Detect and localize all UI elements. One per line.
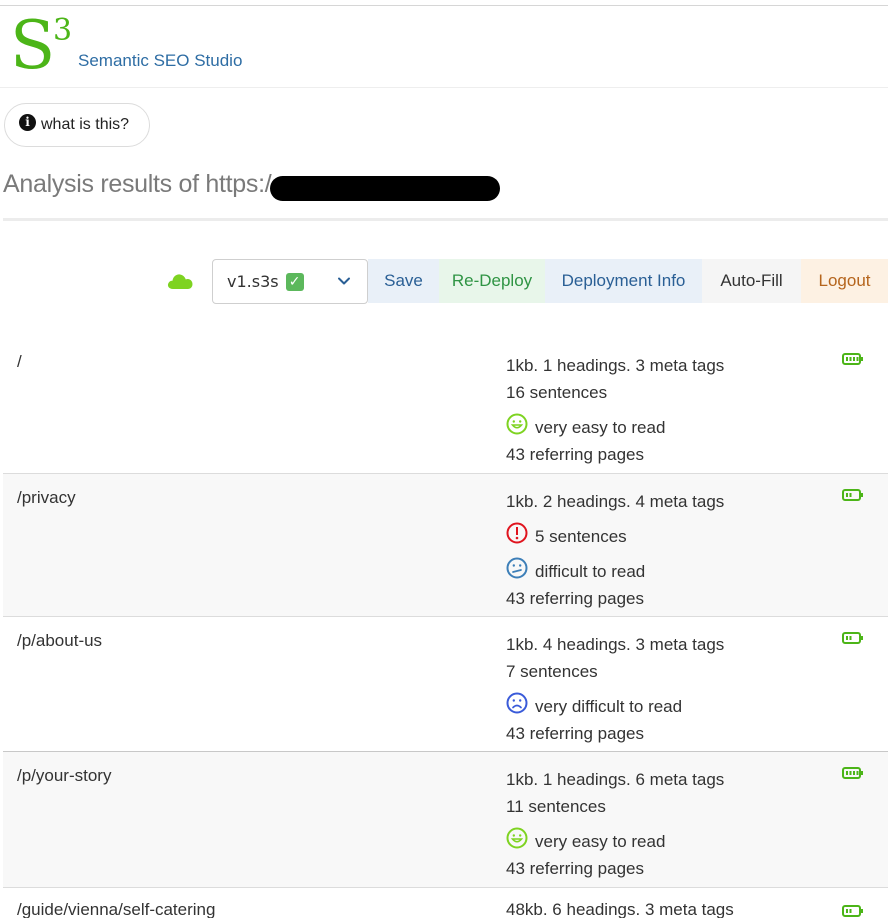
battery-half-icon [842, 905, 863, 917]
sentences-line: 16 sentences [506, 383, 608, 402]
redacted-url [270, 176, 500, 201]
analysis-divider [3, 218, 888, 221]
page-row[interactable]: /p/about-us 1kb. 4 headings. 3 meta tags… [3, 617, 888, 751]
readability-text: very easy to read [535, 832, 666, 851]
redeploy-button[interactable]: Re-Deploy [439, 259, 545, 303]
referring-line: 43 referring pages [506, 445, 644, 464]
logout-button[interactable]: Logout [801, 259, 888, 303]
happy-face-icon [506, 827, 528, 849]
page-path[interactable]: / [17, 352, 22, 372]
page-stats: 1kb. 1 headings. 6 meta tags 11 sentence… [506, 766, 724, 882]
size-line: 1kb. 1 headings. 6 meta tags [506, 770, 725, 789]
warning-icon [506, 522, 528, 544]
header-divider [0, 87, 888, 88]
battery-half-icon [842, 632, 863, 644]
page-stats: 1kb. 2 headings. 4 meta tags 5 sentences… [506, 488, 724, 612]
page-path[interactable]: /p/about-us [17, 631, 102, 651]
readability-line: very difficult to read [506, 685, 724, 720]
deployment-info-button[interactable]: Deployment Info [545, 259, 702, 303]
brand-name: Semantic SEO Studio [78, 51, 243, 70]
readability-line: difficult to read [506, 550, 724, 585]
page-row[interactable]: / 1kb. 1 headings. 3 meta tags 16 senten… [3, 338, 888, 473]
readability-line: very easy to read [506, 406, 724, 441]
sentences-line: 7 sentences [506, 662, 598, 681]
size-line: 1kb. 2 headings. 4 meta tags [506, 492, 725, 511]
referring-line: 43 referring pages [506, 589, 644, 608]
sad-face-icon [506, 692, 528, 714]
page-row[interactable]: /privacy 1kb. 2 headings. 4 meta tags 5 … [3, 474, 888, 616]
info-icon: i [19, 113, 36, 131]
analysis-title: Analysis results of https:/ [3, 170, 272, 198]
readability-text: very easy to read [535, 418, 666, 437]
page-path[interactable]: /guide/vienna/self-catering [17, 900, 215, 918]
readability-text: very difficult to read [535, 697, 683, 716]
cloud-icon [167, 274, 193, 289]
sentences-line: 5 sentences [506, 515, 724, 550]
page-stats: 1kb. 1 headings. 3 meta tags 16 sentence… [506, 352, 724, 468]
version-select[interactable]: v1.s3s ✓ [212, 259, 368, 304]
sentences-line: 11 sentences [506, 797, 606, 816]
page-row[interactable]: /guide/vienna/self-catering 48kb. 6 head… [3, 888, 888, 918]
page-stats: 1kb. 4 headings. 3 meta tags 7 sentences… [506, 631, 724, 747]
battery-full-icon [842, 767, 863, 779]
readability-line: very easy to read [506, 820, 724, 855]
logo-superscript: 3 [53, 13, 73, 48]
what-is-this-label: what is this? [41, 116, 130, 133]
size-line: 1kb. 1 headings. 3 meta tags [506, 356, 725, 375]
top-border [0, 5, 888, 6]
size-line: 48kb. 6 headings. 3 meta tags [506, 900, 734, 918]
sentences-text: 5 sentences [535, 527, 627, 546]
page-row[interactable]: /p/your-story 1kb. 1 headings. 6 meta ta… [3, 752, 888, 887]
page-path[interactable]: /p/your-story [17, 766, 111, 786]
readability-text: difficult to read [535, 562, 646, 581]
size-line: 1kb. 4 headings. 3 meta tags [506, 635, 725, 654]
version-select-value: v1.s3s [227, 272, 279, 291]
confused-face-icon [506, 557, 528, 579]
happy-face-icon [506, 413, 528, 435]
battery-full-icon [842, 353, 863, 365]
referring-line: 43 referring pages [506, 859, 644, 878]
check-mark-icon: ✓ [285, 272, 304, 291]
page-stats: 48kb. 6 headings. 3 meta tags [506, 896, 734, 918]
auto-fill-button[interactable]: Auto-Fill [702, 259, 801, 303]
page-path[interactable]: /privacy [17, 488, 76, 508]
logo-letter: S [10, 7, 56, 84]
save-button[interactable]: Save [368, 259, 439, 303]
referring-line: 43 referring pages [506, 724, 644, 743]
chevron-down-icon [338, 277, 350, 285]
battery-half-icon [842, 489, 863, 501]
what-is-this-button[interactable]: i what is this? [4, 103, 150, 147]
